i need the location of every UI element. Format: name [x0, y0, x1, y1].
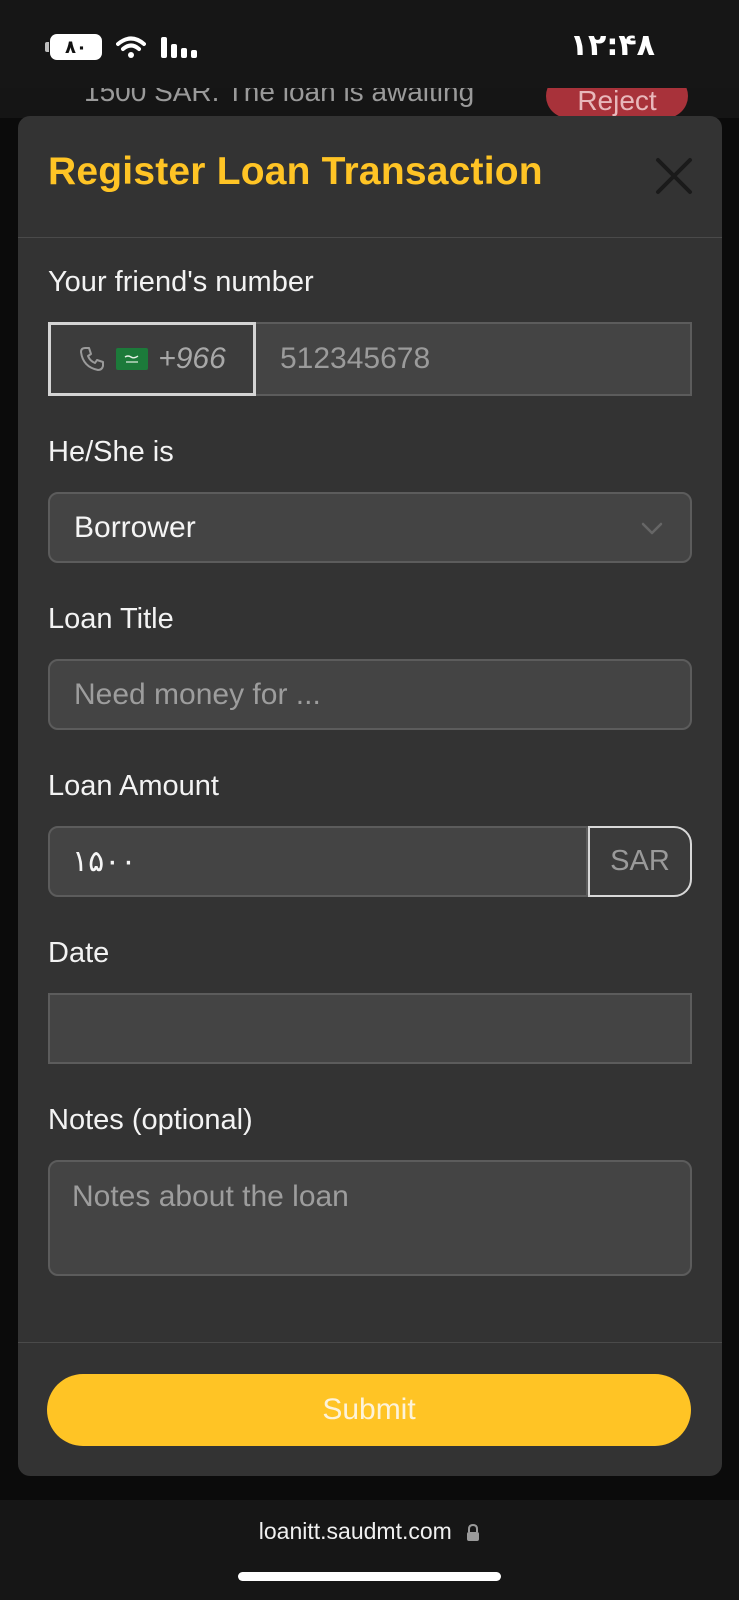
role-label: He/She is — [48, 436, 174, 468]
submit-button[interactable]: Submit — [47, 1374, 691, 1446]
loan-form: Your friend's number +966 512345678 He/S… — [48, 266, 692, 1316]
loan-title-input[interactable]: Need money for ... — [48, 659, 692, 730]
battery-icon: ۸۰ — [45, 34, 102, 60]
role-select[interactable]: Borrower — [48, 492, 692, 563]
friend-number-group: Your friend's number +966 512345678 — [48, 266, 692, 396]
notes-placeholder: Notes about the loan — [72, 1180, 349, 1213]
loan-title-placeholder: Need money for ... — [74, 677, 321, 711]
phone-icon — [80, 347, 105, 371]
date-label: Date — [48, 937, 110, 969]
modal-footer: Submit — [18, 1342, 722, 1476]
background-notification: 1500 SAR. The loan is awaiting Reject — [0, 88, 739, 118]
url-display[interactable]: loanitt.saudmt.com — [0, 1518, 739, 1545]
signal-icon — [161, 37, 197, 58]
role-group: He/She is Borrower — [48, 436, 692, 563]
url-text: loanitt.saudmt.com — [258, 1518, 452, 1544]
phone-row: +966 512345678 — [48, 322, 692, 396]
browser-url-bar: loanitt.saudmt.com — [0, 1500, 739, 1600]
notes-textarea[interactable]: Notes about the loan — [48, 1160, 692, 1276]
notes-label: Notes (optional) — [48, 1104, 253, 1136]
register-loan-modal: Register Loan Transaction Your friend's … — [18, 116, 722, 1476]
loan-amount-group: Loan Amount ۱۵۰۰ SAR — [48, 770, 692, 897]
reject-button[interactable]: Reject — [546, 88, 688, 118]
status-indicators: ۸۰ — [45, 34, 200, 60]
date-input[interactable] — [48, 993, 692, 1064]
chevron-down-icon — [641, 522, 663, 535]
friend-number-label: Your friend's number — [48, 266, 314, 298]
notes-group: Notes (optional) Notes about the loan — [48, 1104, 692, 1276]
loan-amount-input[interactable]: ۱۵۰۰ — [48, 826, 588, 897]
phone-number-input[interactable]: 512345678 — [256, 322, 692, 396]
status-bar: ۸۰ ۱۲:۴۸ — [0, 0, 739, 88]
loan-title-label: Loan Title — [48, 603, 174, 635]
currency-addon: SAR — [588, 826, 692, 897]
notification-text: 1500 SAR. The loan is awaiting — [84, 88, 475, 107]
date-group: Date — [48, 937, 692, 1064]
modal-header: Register Loan Transaction — [18, 116, 722, 238]
country-code-selector[interactable]: +966 — [48, 322, 256, 396]
country-code-text: +966 — [158, 342, 226, 375]
status-time: ۱۲:۴۸ — [569, 28, 655, 63]
loan-title-group: Loan Title Need money for ... — [48, 603, 692, 730]
wifi-icon — [116, 36, 146, 58]
lock-icon — [467, 1523, 480, 1541]
modal-title: Register Loan Transaction — [48, 150, 543, 193]
saudi-flag-icon — [116, 348, 149, 370]
loan-amount-label: Loan Amount — [48, 770, 219, 802]
close-icon[interactable] — [654, 156, 694, 196]
battery-level: ۸۰ — [65, 36, 87, 58]
amount-row: ۱۵۰۰ SAR — [48, 826, 692, 897]
home-indicator[interactable] — [238, 1572, 501, 1581]
role-select-value: Borrower — [74, 510, 196, 544]
